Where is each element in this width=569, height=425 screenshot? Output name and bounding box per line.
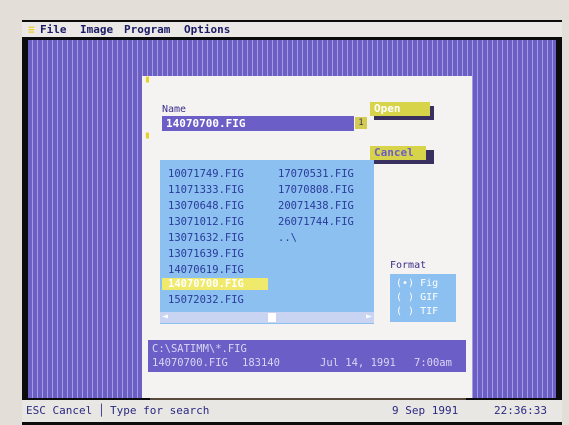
menu-program[interactable]: Program xyxy=(124,22,170,37)
list-item[interactable]: 20071438.FIG xyxy=(278,200,354,212)
path-filter: C:\SATIMM\*.FIG xyxy=(152,343,247,355)
cancel-button[interactable]: Cancel xyxy=(370,146,426,160)
parent-directory-item[interactable]: ..\ xyxy=(278,232,297,244)
list-item[interactable]: 10071749.FIG xyxy=(168,168,244,180)
list-item[interactable]: 13070648.FIG xyxy=(168,200,244,212)
format-gif-radio[interactable]: ( ) GIF xyxy=(396,292,438,304)
status-bar: ESC Cancel │ Type for search 9 Sep 1991 … xyxy=(22,400,562,422)
list-item[interactable]: 13071012.FIG xyxy=(168,216,244,228)
menu-options[interactable]: Options xyxy=(184,22,230,37)
info-filename: 14070700.FIG xyxy=(152,357,228,369)
list-item[interactable]: 17070531.FIG xyxy=(278,168,354,180)
screen: ≡ File Image Program Options ▘ Name 1407… xyxy=(22,20,562,425)
file-list-scrollbar[interactable]: ◄ ► xyxy=(160,311,374,323)
format-radio-group: (•) Fig ( ) GIF ( ) TIF xyxy=(390,274,456,322)
list-item[interactable]: 13071632.FIG xyxy=(168,232,244,244)
name-history-button[interactable]: 1 xyxy=(355,117,367,129)
list-item[interactable]: 15072032.FIG xyxy=(168,294,244,306)
status-divider: │ xyxy=(98,404,105,417)
selected-list-item[interactable]: 14070700.FIG xyxy=(162,278,268,290)
list-item[interactable]: 14070619.FIG xyxy=(168,264,244,276)
list-item[interactable]: 13071639.FIG xyxy=(168,248,244,260)
list-item[interactable]: 11071333.FIG xyxy=(168,184,244,196)
file-list[interactable]: 10071749.FIG 11071333.FIG 13070648.FIG 1… xyxy=(160,160,374,324)
open-button[interactable]: Open xyxy=(370,102,430,116)
list-item[interactable]: 17070808.FIG xyxy=(278,184,354,196)
format-fig-radio[interactable]: (•) Fig xyxy=(396,278,438,290)
filename-input[interactable]: 14070700.FIG xyxy=(162,116,354,131)
menu-image[interactable]: Image xyxy=(80,22,113,37)
dialog-title-marker: ▘ xyxy=(146,78,153,89)
files-marker: ▘ xyxy=(146,134,153,145)
menu-file[interactable]: File xyxy=(40,22,67,37)
search-hint: Type for search xyxy=(110,404,210,417)
scroll-thumb[interactable] xyxy=(268,313,276,322)
name-label: Name xyxy=(162,104,187,115)
format-tif-radio[interactable]: ( ) TIF xyxy=(396,306,438,318)
file-info-panel: C:\SATIMM\*.FIG 14070700.FIG 183140 Jul … xyxy=(148,340,466,372)
esc-cancel-hint[interactable]: ESC Cancel xyxy=(26,400,92,422)
menu-bar: ≡ File Image Program Options xyxy=(22,22,562,37)
info-date: Jul 14, 1991 xyxy=(320,357,396,369)
list-item[interactable]: 26071744.FIG xyxy=(278,216,354,228)
scroll-right-arrow-icon[interactable]: ► xyxy=(366,311,372,322)
status-time: 22:36:33 xyxy=(494,404,547,417)
system-menu-icon[interactable]: ≡ xyxy=(28,22,35,37)
info-size: 183140 xyxy=(242,357,280,369)
format-label: Format xyxy=(390,260,427,271)
info-time: 7:00am xyxy=(414,357,452,369)
scroll-left-arrow-icon[interactable]: ◄ xyxy=(162,311,168,322)
status-date: 9 Sep 1991 xyxy=(392,404,459,417)
